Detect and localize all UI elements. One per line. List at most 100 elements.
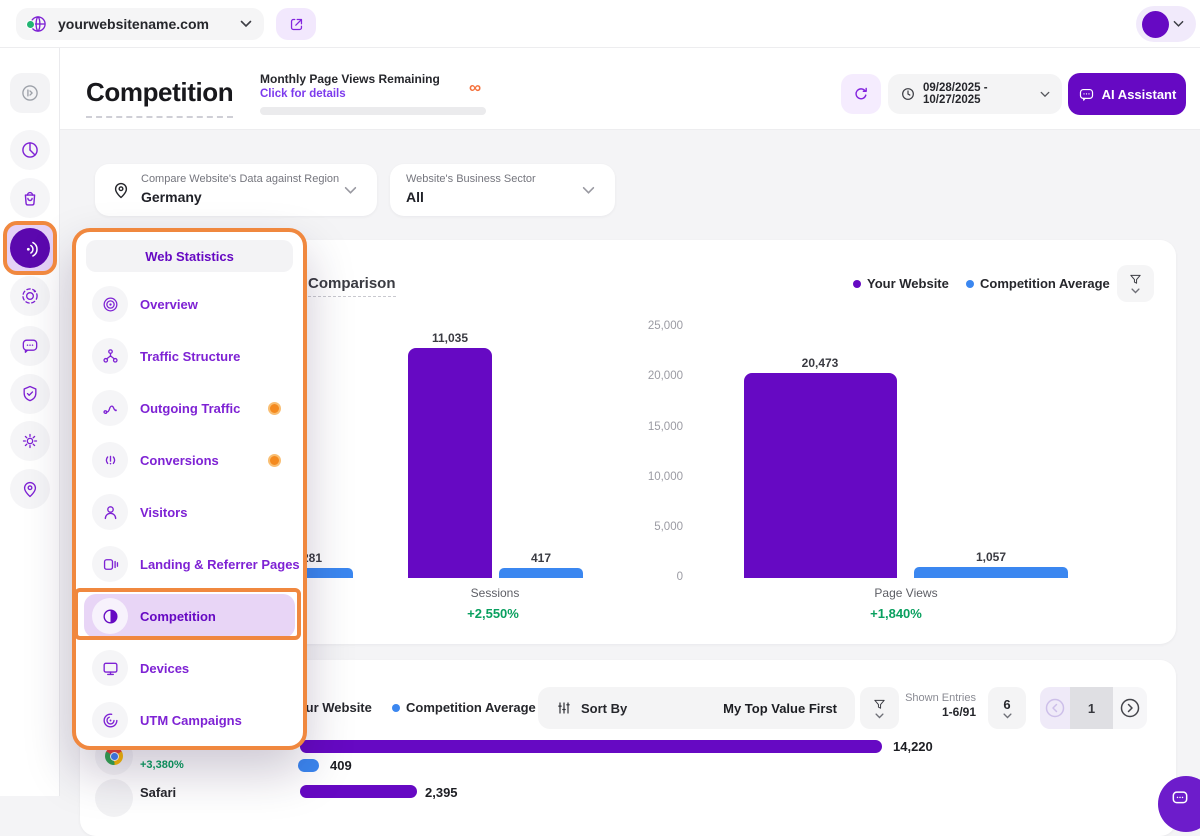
bar-avg-sessions[interactable] [499, 568, 583, 578]
quota-details-link[interactable]: Click for details [260, 88, 346, 101]
legend-site-label: Your Website [867, 277, 949, 292]
sidebar-item-shop[interactable] [10, 178, 50, 218]
competition-icon [101, 607, 120, 626]
chevron-down-icon [1173, 20, 1184, 28]
sector-label: Website's Business Sector [406, 173, 536, 186]
sidebar-collapse-button[interactable] [10, 73, 50, 113]
menu-header-label: Web Statistics [145, 249, 234, 264]
shown-entries-value: 1-6/91 [900, 706, 976, 720]
landing-referrer-pages-icon [101, 555, 120, 574]
sidebar-item-chat[interactable] [10, 326, 50, 366]
hbar-value-label: 409 [330, 759, 352, 774]
refresh-button[interactable] [841, 74, 881, 114]
conversions-icon [101, 451, 120, 470]
devices-icon [101, 659, 120, 678]
ai-chat-icon [1078, 86, 1095, 103]
region-label: Compare Website's Data against Region [141, 173, 339, 186]
clock-icon [900, 86, 916, 102]
menu-item-competition[interactable]: Competition [84, 594, 295, 638]
sidebar-item-lens[interactable] [10, 276, 50, 316]
category-label: Sessions [435, 586, 555, 600]
bar-site-pageviews[interactable] [744, 373, 897, 578]
date-range-picker[interactable]: 09/28/2025 - 10/27/2025 [888, 74, 1062, 114]
menu-header: Web Statistics [86, 240, 293, 272]
menu-item-conversions[interactable]: Conversions [84, 438, 295, 482]
open-website-button[interactable] [276, 8, 316, 40]
shown-entries-label: Shown Entries [900, 692, 976, 705]
user-menu[interactable] [1136, 6, 1196, 42]
menu-item-devices[interactable]: Devices [84, 646, 295, 690]
pagination-next-button[interactable] [1113, 687, 1147, 729]
menu-item-label: Devices [140, 661, 189, 676]
chart-filter-button[interactable] [1117, 265, 1154, 302]
refresh-icon [852, 85, 870, 103]
hbar-site-chrome[interactable] [300, 740, 882, 753]
funnel-icon [872, 698, 887, 712]
sliders-icon [556, 700, 572, 716]
page-size-select[interactable]: 6 [988, 687, 1026, 729]
legend-avg-label: Competition Average [406, 701, 536, 716]
hbar-value-label: 2,395 [425, 786, 458, 801]
delta-label: +1,840% [836, 606, 956, 621]
chevron-down-icon [875, 713, 884, 719]
utm-campaigns-icon [101, 711, 120, 730]
gear-icon [20, 431, 40, 451]
sidebar-item-web-statistics[interactable] [10, 228, 50, 268]
menu-item-overview[interactable]: Overview [84, 282, 295, 326]
visitors-icon [101, 503, 120, 522]
legend-avg-dot [966, 280, 974, 288]
chevron-down-icon [582, 186, 595, 195]
overview-icon [101, 295, 120, 314]
menu-item-traffic-structure[interactable]: Traffic Structure [84, 334, 295, 378]
legend-avg-dot [392, 704, 400, 712]
hbar-avg-chrome[interactable] [298, 759, 319, 772]
sort-by-control[interactable]: Sort By My Top Value First [538, 687, 855, 729]
y-tick: 0 [613, 571, 683, 583]
bar-site-sessions[interactable] [408, 348, 492, 578]
chevron-down-icon [344, 186, 357, 195]
menu-item-outgoing-traffic[interactable]: Outgoing Traffic [84, 386, 295, 430]
pagination-prev-button[interactable] [1040, 687, 1070, 729]
quota-infinity: ∞ [469, 78, 481, 98]
y-tick: 5,000 [613, 521, 683, 533]
chat-icon [1170, 788, 1190, 808]
menu-item-utm-campaigns[interactable]: UTM Campaigns [84, 698, 295, 742]
sort-by-label: Sort By [581, 701, 627, 716]
sector-value: All [406, 189, 424, 205]
page-size-value: 6 [1003, 697, 1010, 712]
traffic-structure-icon [101, 347, 120, 366]
quota-progress-bar [260, 107, 486, 115]
sidebar-item-settings[interactable] [10, 421, 50, 461]
sidebar-item-location[interactable] [10, 469, 50, 509]
menu-item-label: Traffic Structure [140, 349, 240, 364]
bar-avg-pageviews[interactable] [914, 567, 1068, 578]
menu-item-landing-referrer-pages[interactable]: Landing & Referrer Pages [84, 542, 295, 586]
pagination-current-page[interactable]: 1 [1070, 687, 1113, 729]
menu-item-label: Conversions [140, 453, 219, 468]
notification-badge [268, 402, 281, 415]
sidebar-item-dashboard[interactable] [10, 130, 50, 170]
list-filter-button[interactable] [860, 687, 899, 729]
shop-bag-icon [20, 188, 40, 208]
website-name: yourwebsitename.com [58, 16, 209, 32]
region-select[interactable] [95, 164, 377, 216]
menu-item-visitors[interactable]: Visitors [84, 490, 295, 534]
ai-assistant-button[interactable]: AI Assistant [1068, 73, 1186, 115]
menu-item-label: Competition [140, 609, 216, 624]
pagination: 1 [1040, 687, 1147, 729]
external-link-icon [288, 16, 305, 33]
arrow-right-circle-icon [1119, 697, 1141, 719]
bar-value-label: 1,057 [961, 550, 1021, 564]
sidebar-item-security[interactable] [10, 374, 50, 414]
notification-badge [268, 454, 281, 467]
website-selector[interactable]: yourwebsitename.com [16, 8, 264, 40]
menu-item-label: Overview [140, 297, 198, 312]
chevron-down-icon [1131, 288, 1140, 294]
lens-icon [20, 286, 40, 306]
hbar-site-safari[interactable] [300, 785, 417, 798]
region-value: Germany [141, 189, 202, 205]
bar-value-label: 417 [511, 551, 571, 565]
shield-check-icon [20, 384, 40, 404]
date-range-value: 09/28/2025 - 10/27/2025 [923, 82, 1033, 106]
menu-item-label: Landing & Referrer Pages [140, 557, 300, 572]
